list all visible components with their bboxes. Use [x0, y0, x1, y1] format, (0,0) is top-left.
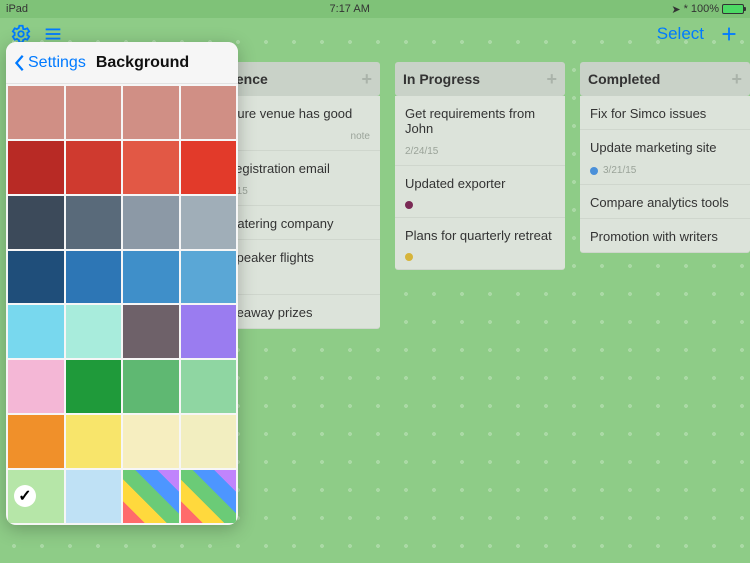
color-swatch[interactable] — [123, 360, 179, 413]
back-button[interactable]: Settings — [14, 54, 86, 72]
card-title: Update marketing site — [590, 140, 740, 155]
color-swatch[interactable] — [123, 86, 179, 139]
color-swatch[interactable] — [66, 470, 122, 523]
popover-nav: Settings Background — [6, 42, 238, 84]
status-bar: iPad 7:17 AM ➤ * 100% — [0, 0, 750, 18]
add-card-icon[interactable]: + — [546, 70, 557, 88]
board-column: Completed + Fix for Simco issues Update mar… — [580, 62, 750, 563]
card-meta: 5 — [220, 275, 370, 286]
board-column: In Progress + Get requirements from John 2/… — [395, 62, 565, 563]
card[interactable]: Plans for quarterly retreat — [395, 218, 565, 270]
color-swatch[interactable] — [123, 196, 179, 249]
add-card-icon[interactable]: + — [731, 70, 742, 88]
card-meta: note — [220, 131, 370, 142]
card-title: Compare analytics tools — [590, 195, 740, 210]
card-meta-text: 3/21/15 — [603, 165, 636, 176]
card-title: Plans for quarterly retreat — [405, 228, 555, 243]
card-meta: 2/24/15 — [405, 146, 555, 157]
color-swatch[interactable]: ✓ — [8, 470, 64, 523]
column-title: Completed — [588, 71, 660, 87]
color-swatch[interactable] — [8, 141, 64, 194]
card-title: Fix for Simco issues — [590, 106, 740, 121]
label-dot-icon — [405, 253, 413, 261]
card-title: d registration email — [220, 161, 370, 176]
card-meta: /16/15 — [220, 186, 370, 197]
column-header[interactable]: Completed + — [580, 62, 750, 96]
background-popover: Settings Background ✓ — [6, 42, 238, 525]
color-swatch[interactable] — [8, 86, 64, 139]
swatch-grid: ✓ — [6, 84, 238, 525]
card[interactable]: Get requirements from John 2/24/15 — [395, 96, 565, 166]
color-swatch[interactable] — [66, 251, 122, 304]
status-right: ➤ * 100% — [671, 3, 744, 16]
card-title: e sure venue has good — [220, 106, 370, 121]
card-meta — [405, 201, 555, 209]
color-swatch[interactable] — [123, 470, 179, 523]
color-swatch[interactable] — [181, 360, 237, 413]
back-label: Settings — [28, 54, 86, 72]
location-icon: ➤ — [671, 3, 680, 16]
add-button[interactable] — [718, 23, 740, 45]
color-swatch[interactable] — [181, 470, 237, 523]
clock: 7:17 AM — [28, 3, 671, 15]
label-dot-icon — [590, 167, 598, 175]
color-swatch[interactable] — [8, 251, 64, 304]
color-swatch[interactable] — [181, 86, 237, 139]
column-title: In Progress — [403, 71, 480, 87]
card[interactable]: Updated exporter — [395, 166, 565, 218]
color-swatch[interactable] — [123, 305, 179, 358]
column-header[interactable]: In Progress + — [395, 62, 565, 96]
card[interactable]: Compare analytics tools — [580, 185, 750, 219]
color-swatch[interactable] — [181, 251, 237, 304]
color-swatch[interactable] — [181, 141, 237, 194]
color-swatch[interactable] — [66, 141, 122, 194]
color-swatch[interactable] — [66, 305, 122, 358]
color-swatch[interactable] — [8, 196, 64, 249]
color-swatch[interactable] — [8, 415, 64, 468]
card[interactable]: Fix for Simco issues — [580, 96, 750, 130]
card-title: k speaker flights — [220, 250, 370, 265]
checkmark-icon: ✓ — [14, 485, 36, 507]
color-swatch[interactable] — [66, 360, 122, 413]
card-meta-text: note — [351, 131, 370, 142]
card-title: giveaway prizes — [220, 305, 370, 320]
card-title: a catering company — [220, 216, 370, 231]
color-swatch[interactable] — [66, 415, 122, 468]
color-swatch[interactable] — [181, 305, 237, 358]
color-swatch[interactable] — [123, 251, 179, 304]
color-swatch[interactable] — [66, 196, 122, 249]
add-card-icon[interactable]: + — [361, 70, 372, 88]
color-swatch[interactable] — [181, 415, 237, 468]
device-label: iPad — [6, 3, 28, 15]
card-meta — [405, 253, 555, 261]
battery-pct: 100% — [691, 3, 719, 15]
select-button[interactable]: Select — [657, 24, 704, 44]
label-dot-icon — [405, 201, 413, 209]
card-title: Promotion with writers — [590, 229, 740, 244]
battery-icon — [722, 4, 744, 14]
card[interactable]: Update marketing site 3/21/15 — [580, 130, 750, 185]
card[interactable]: Promotion with writers — [580, 219, 750, 253]
card-meta-text: 2/24/15 — [405, 146, 438, 157]
color-swatch[interactable] — [181, 196, 237, 249]
card-title: Get requirements from John — [405, 106, 555, 136]
color-swatch[interactable] — [123, 141, 179, 194]
color-swatch[interactable] — [8, 360, 64, 413]
color-swatch[interactable] — [123, 415, 179, 468]
color-swatch[interactable] — [8, 305, 64, 358]
card-title: Updated exporter — [405, 176, 555, 191]
color-swatch[interactable] — [66, 86, 122, 139]
bluetooth-icon: * — [684, 3, 688, 15]
popover-title: Background — [96, 54, 189, 72]
card-meta: 3/21/15 — [590, 165, 740, 176]
